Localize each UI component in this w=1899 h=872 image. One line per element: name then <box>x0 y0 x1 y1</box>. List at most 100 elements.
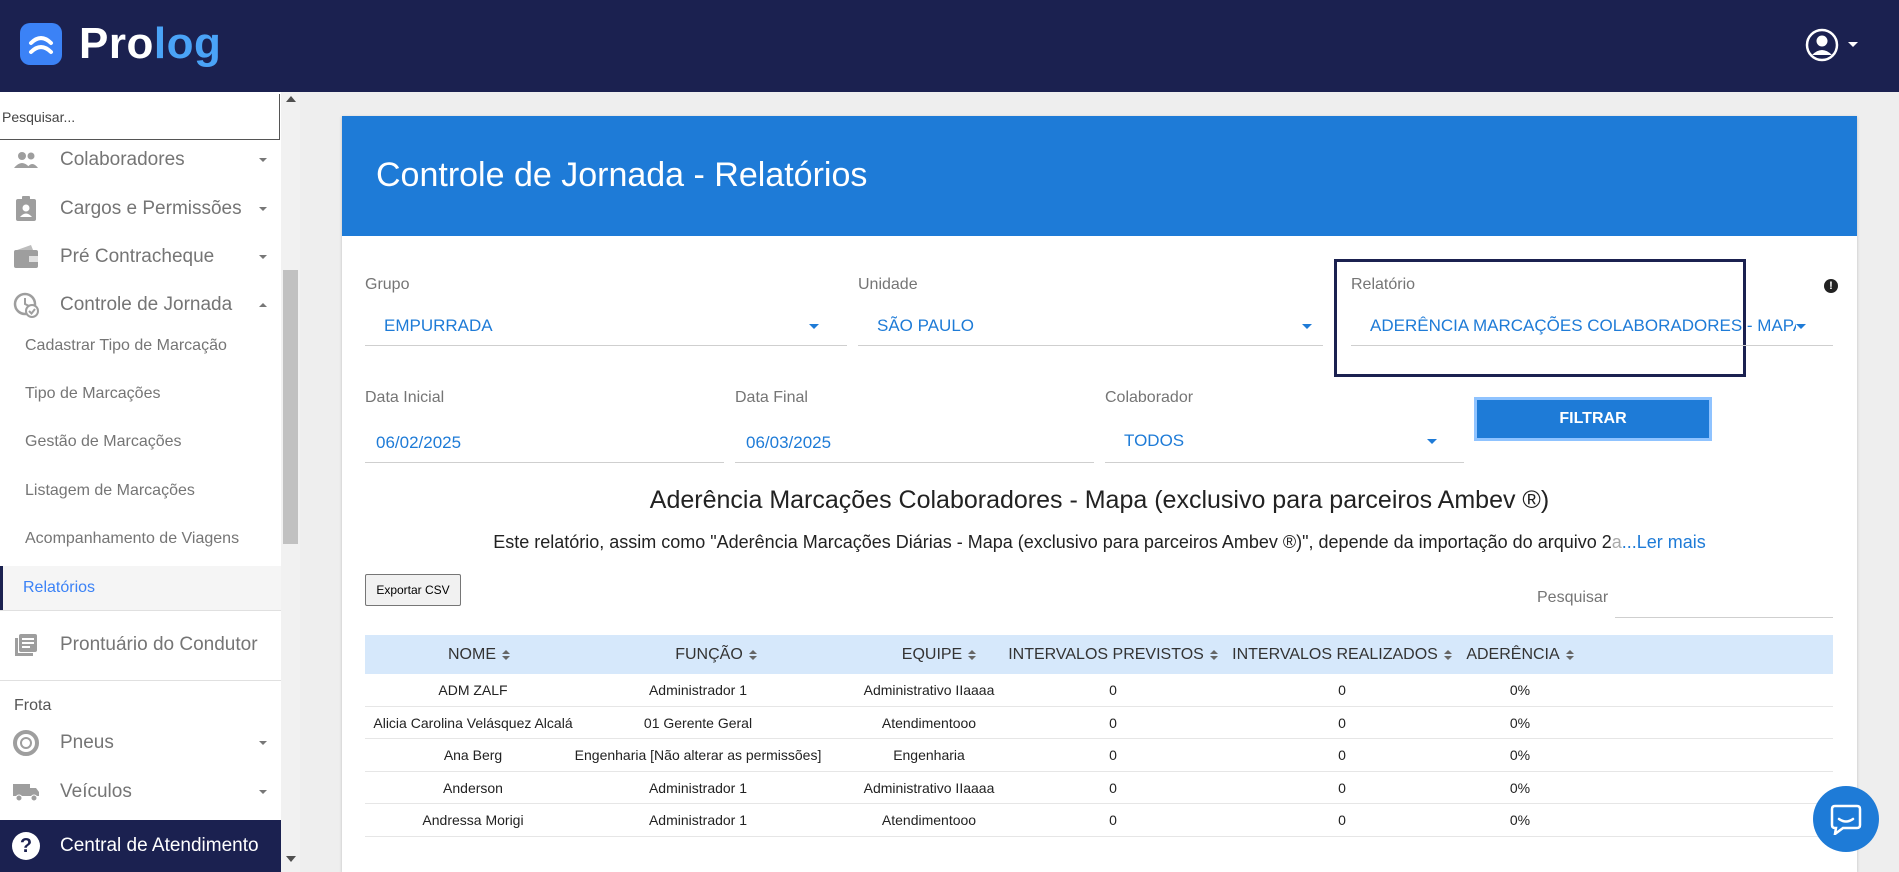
table-row[interactable]: Alicia Carolina Velásquez Alcalá 01 Geren… <box>365 707 1833 739</box>
table-row[interactable]: Andressa Morigi Administrador 1 Atendiment… <box>365 804 1833 837</box>
table-cell: 0 <box>1338 682 1346 699</box>
tire-icon <box>12 729 40 757</box>
filtrar-button[interactable]: FILTRAR <box>1474 397 1712 441</box>
table-row[interactable]: Ana Berg Engenharia [Não alterar as permi… <box>365 739 1833 772</box>
column-header-0[interactable]: NOME <box>367 635 592 674</box>
sidebar-scrollbar[interactable] <box>281 92 300 872</box>
sidebar-item-colaboradores[interactable]: Colaboradores <box>0 140 281 180</box>
sidebar-subitem-tipo-marcacoes[interactable]: Tipo de Marcações <box>0 374 281 414</box>
sidebar-item-controle-jornada[interactable]: Controle de Jornada <box>0 285 281 325</box>
data-inicial-value: 06/02/2025 <box>376 433 462 452</box>
sidebar-subitem-cadastrar-tipo[interactable]: Cadastrar Tipo de Marcação <box>0 326 281 366</box>
sidebar-subitem-gestao-marcacoes[interactable]: Gestão de Marcações <box>0 422 281 462</box>
relatorio-select[interactable]: Relatório ! ADERÊNCIA MARCAÇÕES COLABORA… <box>1351 276 1838 346</box>
table-cell: 0 <box>1338 747 1346 764</box>
field-underline <box>1105 462 1464 463</box>
scroll-down-icon[interactable] <box>286 856 296 862</box>
column-header-5[interactable]: ADERÊNCIA <box>1445 635 1595 674</box>
unidade-select[interactable]: Unidade SÃO PAULO <box>858 276 1323 346</box>
read-more-link[interactable]: ...Ler mais <box>1622 532 1706 552</box>
scroll-up-icon[interactable] <box>286 96 296 102</box>
sort-icon[interactable] <box>1209 649 1218 660</box>
table-search-label: Pesquisar <box>1537 589 1609 606</box>
field-underline <box>365 462 724 463</box>
sidebar-item-pneus[interactable]: Pneus <box>0 723 281 763</box>
account-circle-icon[interactable] <box>1805 28 1839 62</box>
column-header-label: EQUIPE <box>901 645 963 663</box>
column-header-1[interactable]: FUNÇÃO <box>591 635 841 674</box>
logo-text-accent: log <box>153 19 222 68</box>
logo-badge-icon <box>20 23 62 65</box>
column-header-label: INTERVALOS REALIZADOS <box>1232 645 1438 663</box>
data-final-field[interactable]: Data Final 06/03/2025 <box>735 389 1094 463</box>
table-cell: 0% <box>1509 812 1531 829</box>
report-description: Este relatório, assim como "Aderência Ma… <box>342 532 1857 553</box>
table-search-input[interactable] <box>1615 617 1833 618</box>
sidebar-subitem-relatorios[interactable]: Relatórios <box>0 566 281 610</box>
table-cell: Administrador 1 <box>648 812 748 829</box>
table-cell: 01 Gerente Geral <box>643 714 753 731</box>
sidebar-subitem-listagem-marcacoes[interactable]: Listagem de Marcações <box>0 471 281 511</box>
sidebar-item-label: Pré Contracheque <box>60 246 215 267</box>
data-inicial-label: Data Inicial <box>365 389 445 406</box>
document-list-icon <box>12 631 40 659</box>
report-description-text: Este relatório, assim como "Aderência Ma… <box>493 532 1612 552</box>
chat-button[interactable] <box>1813 786 1879 852</box>
info-icon[interactable]: ! <box>1824 279 1838 293</box>
help-center-button[interactable]: ? Central de Atendimento <box>0 820 281 872</box>
sort-icon[interactable] <box>968 649 977 660</box>
column-header-3[interactable]: INTERVALOS PREVISTOS <box>1003 635 1223 674</box>
report-description-fade: a <box>1611 532 1622 552</box>
colaborador-value: TODOS <box>1124 431 1185 450</box>
dropdown-arrow-icon <box>1427 439 1437 444</box>
table-row[interactable]: Anderson Administrador 1 Administrativo II… <box>365 772 1833 804</box>
logo-text: Prolog <box>79 22 221 66</box>
table-cell: 0 <box>1109 779 1117 796</box>
sort-icon[interactable] <box>1565 649 1574 660</box>
table-cell: 0 <box>1109 714 1117 731</box>
divider <box>0 680 281 681</box>
sidebar-search-input[interactable] <box>0 94 279 139</box>
dropdown-arrow-icon <box>1796 324 1806 329</box>
sidebar-item-label: Prontuário do Condutor <box>60 634 258 655</box>
sidebar-subitem-acompanhamento-viagens[interactable]: Acompanhamento de Viagens <box>0 519 281 559</box>
sidebar-item-cargos[interactable]: Cargos e Permissões <box>0 189 281 229</box>
grupo-label: Grupo <box>365 276 410 293</box>
sidebar-search[interactable] <box>0 94 280 140</box>
sidebar-item-veiculos[interactable]: Veículos <box>0 772 281 812</box>
table-cell: 0 <box>1109 682 1117 699</box>
truck-icon <box>12 778 40 806</box>
table-cell: Engenharia <box>893 747 965 764</box>
sidebar-item-pre-contracheque[interactable]: Pré Contracheque <box>0 237 281 277</box>
people-icon <box>12 146 40 174</box>
sort-icon[interactable] <box>748 649 757 660</box>
logo[interactable]: Prolog <box>20 22 221 66</box>
relatorio-label: Relatório <box>1351 276 1416 293</box>
data-inicial-field[interactable]: Data Inicial 06/02/2025 <box>365 389 724 463</box>
table-cell: 0 <box>1338 714 1346 731</box>
table-cell: Atendimentooo <box>881 714 977 731</box>
table-row[interactable]: ADM ZALF Administrador 1 Administrativo II… <box>365 674 1833 707</box>
sidebar: Colaboradores Cargos e Permissões Pré Co… <box>0 92 300 872</box>
chevron-down-icon <box>259 158 267 162</box>
table-cell: Administrador 1 <box>648 779 748 796</box>
user-menu[interactable] <box>1805 28 1859 62</box>
table-cell: 0 <box>1109 747 1117 764</box>
sidebar-subitem-label: Gestão de Marcações <box>25 433 182 450</box>
sidebar-item-prontuario[interactable]: Prontuário do Condutor <box>0 625 281 665</box>
column-header-4[interactable]: INTERVALOS REALIZADOS <box>1222 635 1462 674</box>
data-final-label: Data Final <box>735 389 808 406</box>
scrollbar-thumb[interactable] <box>283 270 298 544</box>
chevron-down-icon[interactable] <box>1847 41 1859 49</box>
sidebar-subitem-label: Relatórios <box>23 579 96 596</box>
sidebar-subitem-label: Tipo de Marcações <box>25 385 161 402</box>
table-cell: 0% <box>1509 714 1531 731</box>
table-cell: Engenharia [Não alterar as permissões] <box>574 747 822 764</box>
export-csv-button[interactable]: Exportar CSV <box>365 574 461 606</box>
grupo-select[interactable]: Grupo EMPURRADA <box>365 276 847 346</box>
unidade-value: SÃO PAULO <box>877 316 974 335</box>
sort-icon[interactable] <box>502 649 510 660</box>
column-header-label: FUNÇÃO <box>675 645 743 663</box>
field-underline <box>858 345 1323 346</box>
colaborador-select[interactable]: Colaborador TODOS <box>1105 389 1464 463</box>
